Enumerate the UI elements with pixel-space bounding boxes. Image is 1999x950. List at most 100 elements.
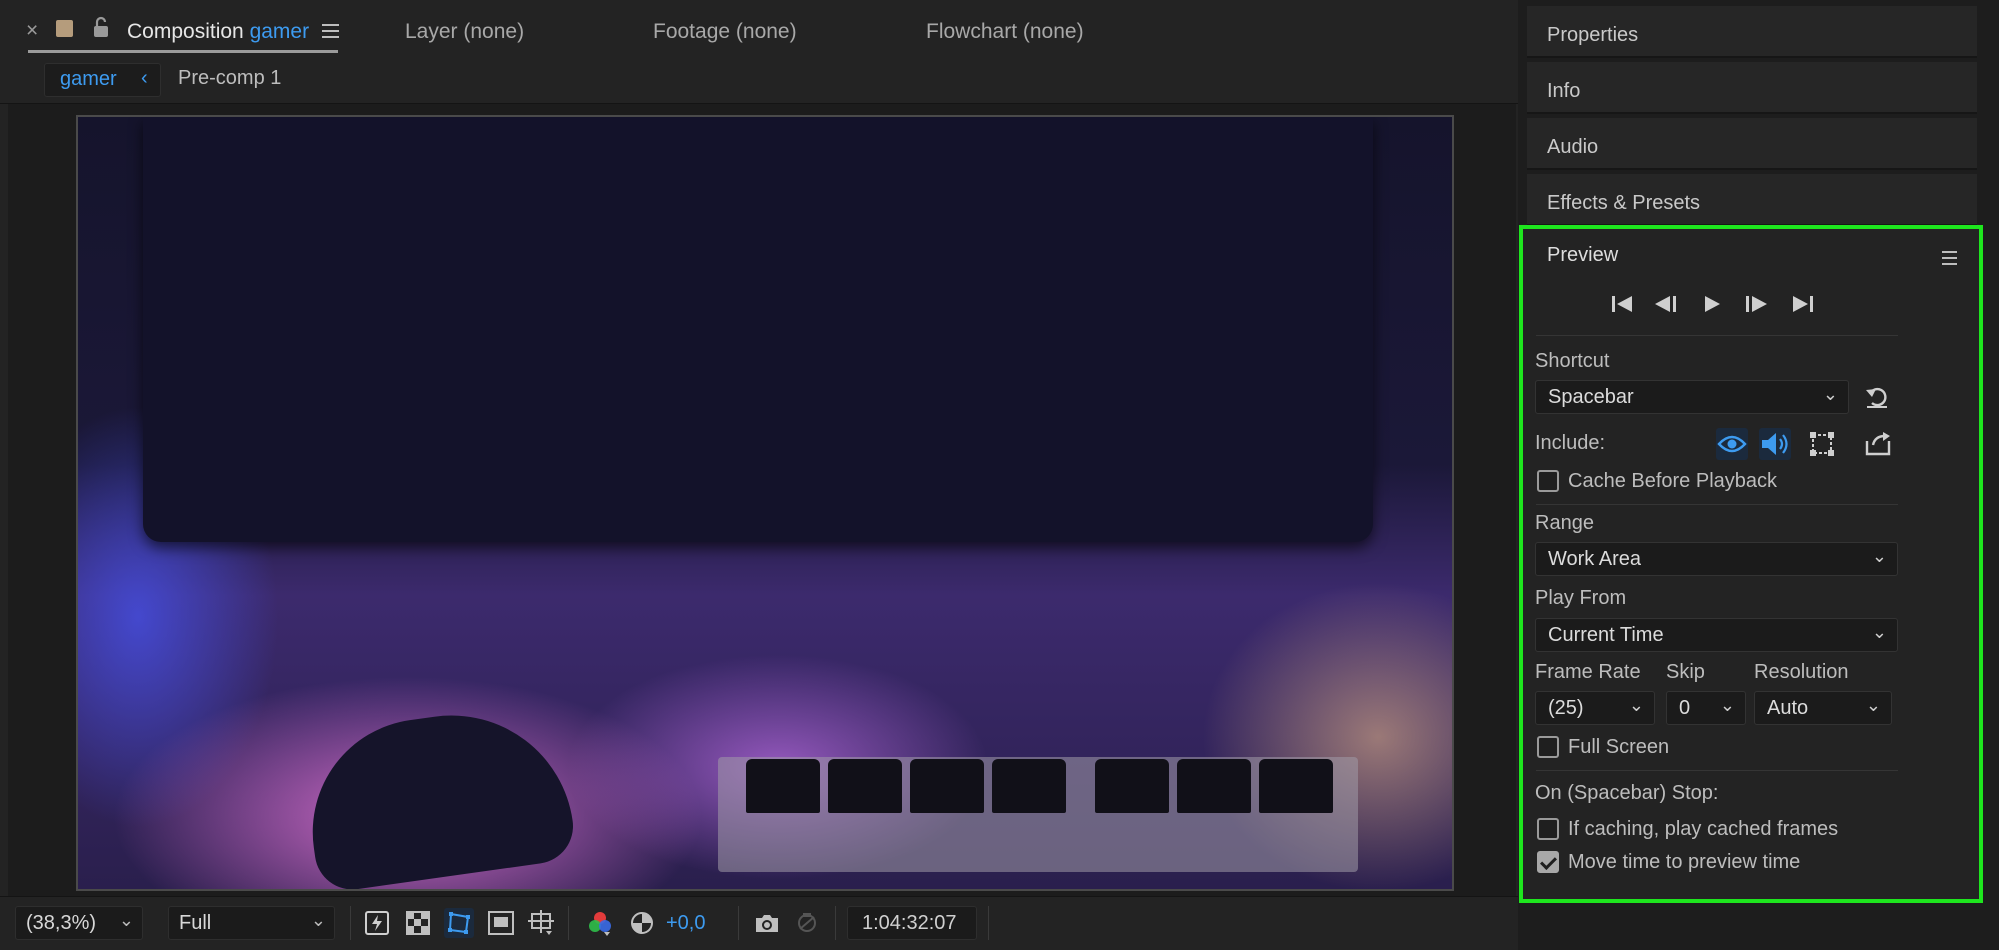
- if-caching-checkbox[interactable]: [1537, 818, 1559, 840]
- shortcut-dropdown[interactable]: Spacebar ⌄: [1535, 380, 1849, 414]
- toolbar-divider: [350, 906, 351, 940]
- resolution-value: Full: [179, 912, 212, 934]
- play-from-value: Current Time: [1548, 624, 1664, 646]
- range-label: Range: [1535, 512, 1594, 534]
- move-time-label: Move time to preview time: [1568, 851, 1801, 873]
- resolution-dropdown[interactable]: Full ⌄: [168, 906, 335, 940]
- chevron-down-icon: ⌄: [1871, 546, 1887, 566]
- viewer-image-keycap: [828, 759, 902, 813]
- toolbar-divider: [988, 906, 989, 940]
- preview-divider: [1536, 770, 1898, 771]
- chevron-down-icon: ⌄: [1628, 695, 1644, 715]
- last-frame-icon[interactable]: [1789, 294, 1815, 320]
- cache-before-playback-checkbox[interactable]: [1537, 470, 1559, 492]
- viewer-image-keycap: [746, 759, 820, 813]
- info-panel-header[interactable]: Info: [1527, 62, 1977, 114]
- breadcrumb-item-gamer[interactable]: gamer ‹: [44, 63, 161, 97]
- toolbar-divider: [738, 906, 739, 940]
- toolbar-divider: [835, 906, 836, 940]
- preview-resolution-dropdown[interactable]: Auto ⌄: [1754, 691, 1892, 725]
- camera-snapshot-icon[interactable]: [752, 908, 782, 938]
- panel-tab-bar: × Composition gamer Layer (none) Footage…: [0, 0, 1518, 58]
- viewer-image-monitor: [143, 117, 1373, 542]
- composition-tab-name: gamer: [249, 20, 310, 43]
- viewer-image-keycap: [1177, 759, 1251, 813]
- if-caching-label: If caching, play cached frames: [1568, 818, 1839, 840]
- frame-rate-dropdown[interactable]: (25) ⌄: [1535, 691, 1655, 725]
- preview-menu-icon[interactable]: [1942, 248, 1958, 271]
- exposure-value[interactable]: +0,0: [666, 912, 705, 935]
- breadcrumb-item-precomp[interactable]: Pre-comp 1: [178, 67, 281, 90]
- grid-guides-icon[interactable]: [526, 908, 556, 938]
- effects-presets-panel-header[interactable]: Effects & Presets: [1527, 174, 1977, 226]
- export-output-icon[interactable]: [1862, 428, 1894, 460]
- info-panel-title: Info: [1547, 80, 1581, 102]
- tab-layer[interactable]: Layer (none): [405, 20, 524, 44]
- close-tab-icon[interactable]: ×: [26, 19, 38, 43]
- region-of-interest-icon[interactable]: [486, 908, 516, 938]
- viewer-image-mouse: [298, 699, 578, 889]
- chevron-down-icon: ⌄: [1865, 695, 1881, 715]
- magnification-dropdown[interactable]: (38,3%) ⌄: [15, 906, 143, 940]
- audio-panel-header[interactable]: Audio: [1527, 118, 1977, 170]
- skip-value: 0: [1679, 697, 1691, 719]
- viewer-image-keycap: [1095, 759, 1169, 813]
- chevron-down-icon: ⌄: [1719, 695, 1735, 715]
- chevron-left-icon: ‹: [141, 67, 148, 89]
- full-screen-checkbox[interactable]: [1537, 736, 1559, 758]
- move-time-checkbox[interactable]: [1537, 851, 1559, 873]
- properties-panel-header[interactable]: Properties: [1527, 6, 1977, 58]
- skip-label: Skip: [1666, 661, 1705, 683]
- range-dropdown[interactable]: Work Area ⌄: [1535, 542, 1898, 576]
- include-video-eye-icon[interactable]: [1716, 428, 1748, 460]
- frame-rate-label: Frame Rate: [1535, 661, 1641, 683]
- resolution-label: Resolution: [1754, 661, 1849, 683]
- toolbar-divider: [568, 906, 569, 940]
- viewer-image-keycap: [1259, 759, 1333, 813]
- properties-panel-title: Properties: [1547, 24, 1639, 46]
- frame-rate-value: (25): [1548, 697, 1584, 719]
- play-from-dropdown[interactable]: Current Time ⌄: [1535, 618, 1898, 652]
- fast-previews-icon[interactable]: [362, 908, 392, 938]
- channel-rgb-icon[interactable]: [585, 908, 615, 938]
- effects-presets-panel-title: Effects & Presets: [1547, 192, 1701, 214]
- include-audio-speaker-icon[interactable]: [1759, 428, 1791, 460]
- magnification-value: (38,3%): [26, 912, 97, 934]
- preview-divider: [1536, 335, 1898, 336]
- breadcrumb-current-label: gamer: [60, 68, 117, 90]
- next-frame-icon[interactable]: [1743, 294, 1769, 320]
- tab-composition[interactable]: Composition gamer: [127, 20, 309, 44]
- active-tab-underline: [28, 50, 338, 53]
- panel-menu-icon[interactable]: [322, 22, 340, 45]
- composition-color-label-icon[interactable]: [56, 20, 73, 37]
- reset-shortcut-icon[interactable]: [1864, 384, 1890, 416]
- shortcut-label: Shortcut: [1535, 350, 1610, 372]
- preview-panel-title: Preview: [1547, 244, 1619, 266]
- preview-resolution-value: Auto: [1767, 697, 1809, 719]
- cache-before-playback-label: Cache Before Playback: [1568, 470, 1778, 492]
- current-time-display[interactable]: 1:04:32:07: [847, 906, 977, 940]
- viewer-image-keycap: [992, 759, 1066, 813]
- lock-icon[interactable]: [92, 16, 110, 44]
- tab-footage[interactable]: Footage (none): [653, 20, 797, 44]
- shortcut-value: Spacebar: [1548, 386, 1634, 408]
- play-icon[interactable]: [1701, 294, 1723, 320]
- show-snapshot-icon[interactable]: [792, 908, 822, 938]
- composition-tab-label: Composition: [127, 20, 244, 43]
- mask-visibility-icon[interactable]: [444, 908, 474, 938]
- play-from-label: Play From: [1535, 587, 1627, 609]
- first-frame-icon[interactable]: [1610, 294, 1636, 320]
- reset-exposure-icon[interactable]: [627, 908, 657, 938]
- previous-frame-icon[interactable]: [1653, 294, 1679, 320]
- full-screen-label: Full Screen: [1568, 736, 1670, 758]
- include-label: Include:: [1535, 432, 1606, 454]
- transparency-grid-icon[interactable]: [403, 908, 433, 938]
- composition-viewer[interactable]: [76, 115, 1454, 891]
- chevron-down-icon: ⌄: [1822, 384, 1838, 404]
- chevron-down-icon: ⌄: [118, 910, 134, 930]
- range-value: Work Area: [1548, 548, 1641, 570]
- on-stop-label: On (Spacebar) Stop:: [1535, 782, 1719, 804]
- skip-dropdown[interactable]: 0 ⌄: [1666, 691, 1746, 725]
- include-overlays-icon[interactable]: [1806, 428, 1838, 460]
- tab-flowchart[interactable]: Flowchart (none): [926, 20, 1084, 44]
